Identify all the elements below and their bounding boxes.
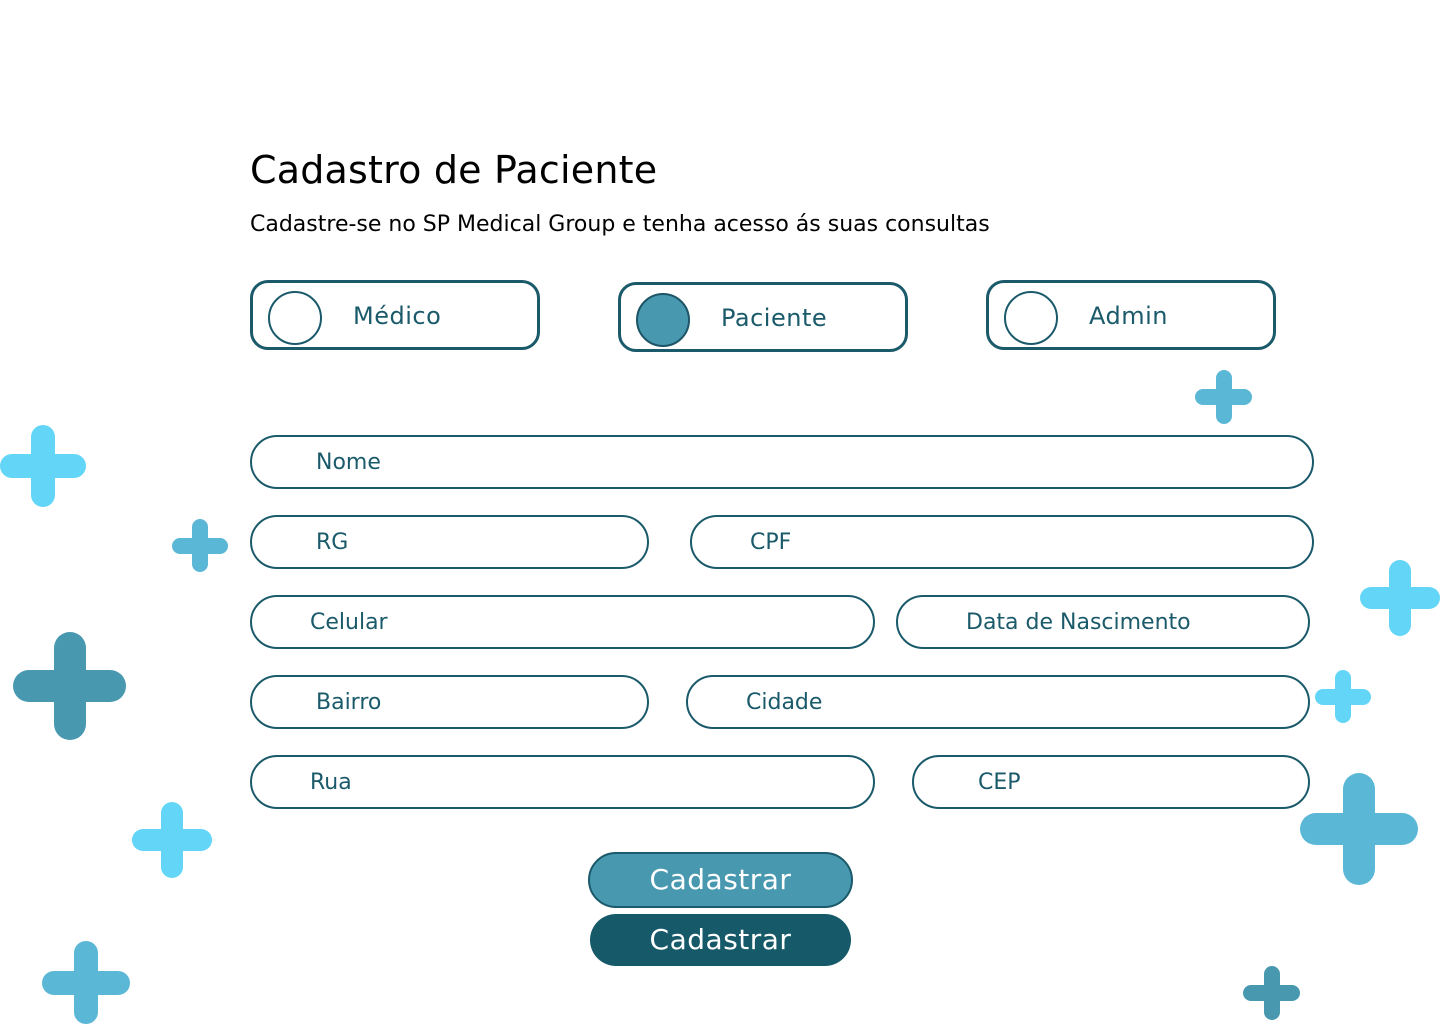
cidade-input[interactable] (688, 677, 1308, 727)
cep-input[interactable] (914, 757, 1308, 807)
data-nascimento-input[interactable] (898, 597, 1308, 647)
role-option-medico[interactable]: Médico (250, 280, 540, 350)
celular-field (250, 595, 875, 649)
data-nascimento-field (896, 595, 1310, 649)
role-label: Paciente (721, 304, 828, 332)
cadastrar-button[interactable]: Cadastrar (588, 852, 853, 908)
plus-icon (1243, 966, 1300, 1020)
bairro-input[interactable] (252, 677, 647, 727)
plus-icon (1360, 560, 1440, 636)
page-subtitle: Cadastre-se no SP Medical Group e tenha … (250, 212, 990, 237)
bairro-field (250, 675, 649, 729)
celular-input[interactable] (252, 597, 873, 647)
plus-icon (0, 425, 86, 507)
nome-field (250, 435, 1314, 489)
role-option-admin[interactable]: Admin (986, 280, 1276, 350)
plus-icon (13, 632, 126, 740)
plus-icon (42, 941, 130, 1024)
plus-icon (1195, 370, 1252, 424)
role-label: Admin (1089, 302, 1168, 330)
cep-field (912, 755, 1310, 809)
plus-icon (132, 802, 212, 878)
rua-input[interactable] (252, 757, 873, 807)
nome-input[interactable] (252, 437, 1312, 487)
plus-icon (1300, 773, 1418, 885)
radio-icon[interactable] (636, 293, 690, 347)
role-option-paciente[interactable]: Paciente (618, 282, 908, 352)
plus-icon (172, 519, 228, 572)
rg-input[interactable] (252, 517, 647, 567)
rua-field (250, 755, 875, 809)
cidade-field (686, 675, 1310, 729)
cpf-field (690, 515, 1314, 569)
page-title: Cadastro de Paciente (250, 148, 658, 192)
rg-field (250, 515, 649, 569)
radio-icon[interactable] (268, 291, 322, 345)
cadastrar-button-alt[interactable]: Cadastrar (590, 914, 851, 966)
radio-icon[interactable] (1004, 291, 1058, 345)
plus-icon (1315, 670, 1371, 723)
cpf-input[interactable] (692, 517, 1312, 567)
role-label: Médico (353, 302, 442, 330)
